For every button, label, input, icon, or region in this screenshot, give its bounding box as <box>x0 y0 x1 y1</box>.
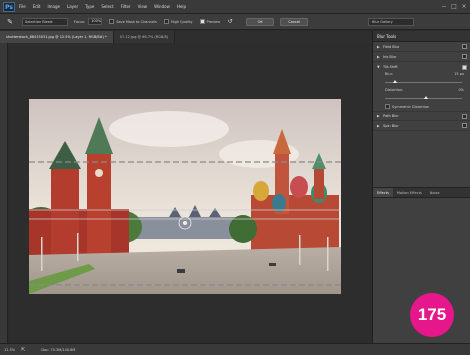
path-blur-checkbox[interactable] <box>462 113 467 119</box>
preview-box[interactable] <box>199 19 205 24</box>
symmetric-distortion-checkbox[interactable]: Symmetric Distortion <box>373 102 470 111</box>
menu-view[interactable]: View <box>138 4 148 9</box>
menu-edit[interactable]: Edit <box>33 4 41 9</box>
field-blur-row[interactable]: ▶ Field Blur <box>373 42 470 52</box>
document-tabs: shutterstock_88415031.jpg @ 12.5% (Layer… <box>0 31 372 43</box>
blur-tools-title: Blur Tools <box>373 31 470 42</box>
focus-label: Focus: <box>74 19 86 24</box>
menu-layer[interactable]: Layer <box>67 4 78 9</box>
photo-red-square[interactable] <box>29 99 341 294</box>
field-blur-checkbox[interactable] <box>462 44 467 49</box>
symmetric-distortion-box[interactable] <box>385 104 390 109</box>
minimize-icon[interactable]: − <box>440 3 448 10</box>
distortion-slider-knob[interactable] <box>423 96 428 99</box>
menu-select[interactable]: Select <box>101 4 113 9</box>
page-number-badge: 175 <box>410 293 454 337</box>
spin-blur-checkbox[interactable] <box>462 123 467 128</box>
distortion-slider[interactable] <box>385 96 462 102</box>
maximize-icon[interactable]: □ <box>450 3 458 10</box>
spin-blur-label: Spin Blur <box>383 123 399 128</box>
menu-window[interactable]: Window <box>154 4 170 9</box>
tab-effects[interactable]: Effects <box>373 188 393 197</box>
distortion-value[interactable]: 0% <box>458 88 464 92</box>
save-mask-checkbox[interactable]: Save Mask to Channels <box>109 19 157 24</box>
save-mask-box[interactable] <box>109 19 115 24</box>
document-tab-second[interactable]: 07-12.jpg @ 66.7% (RGB/8) <box>113 31 176 43</box>
tilt-shift-label: Tilt-Shift <box>383 65 398 69</box>
menu-file[interactable]: File <box>19 4 26 9</box>
path-blur-row[interactable]: ▶ Path Blur <box>373 111 470 121</box>
menu-image[interactable]: Image <box>47 4 60 9</box>
symmetric-distortion-label: Symmetric Distortion <box>392 104 430 109</box>
iris-blur-row[interactable]: ▶ Iris Blur <box>373 52 470 62</box>
preview-label: Preview <box>206 19 221 24</box>
menu-filter[interactable]: Filter <box>121 4 131 9</box>
workspace-dropdown[interactable]: Blur Gallery <box>368 17 415 26</box>
preview-checkbox[interactable]: Preview <box>199 19 221 24</box>
menu-bar: Ps File Edit Image Layer Type Select Fil… <box>0 0 470 14</box>
effects-panel-tabs: Effects Motion Effects Noise <box>373 187 470 198</box>
tools-strip <box>0 43 8 343</box>
tab-noise[interactable]: Noise <box>426 188 444 197</box>
ok-button[interactable]: OK <box>246 17 275 26</box>
blur-amount-label: Blur: <box>385 72 394 76</box>
tab-motion-effects[interactable]: Motion Effects <box>393 188 426 197</box>
save-mask-label: Save Mask to Channels <box>116 19 157 24</box>
selection-bleed-select[interactable]: Selection Bleed: <box>22 17 68 26</box>
blur-param: Blur: 15 px <box>373 72 470 82</box>
blur-slider-knob[interactable] <box>392 80 397 83</box>
distortion-param: Distortion: 0% <box>373 88 470 98</box>
tilt-shift-row[interactable]: ▼ Tilt-Shift <box>373 62 470 72</box>
blur-amount-value[interactable]: 15 px <box>454 72 464 76</box>
status-bar: 12.5% ⇱ Doc: 70.3M/140.6M <box>0 343 470 355</box>
spin-blur-row[interactable]: ▶ Spin Blur <box>373 121 470 131</box>
brush-icon[interactable]: ✎ <box>4 16 16 28</box>
high-quality-box[interactable] <box>163 19 169 24</box>
cancel-button[interactable]: Cancel <box>280 17 309 26</box>
reset-icon[interactable]: ↺ <box>224 16 236 28</box>
close-icon[interactable]: × <box>460 3 468 10</box>
iris-blur-checkbox[interactable] <box>462 54 467 59</box>
path-blur-label: Path Blur <box>383 114 399 118</box>
high-quality-checkbox[interactable]: High Quality <box>163 19 193 24</box>
share-icon[interactable]: ⇱ <box>21 347 25 353</box>
document-tab-active[interactable]: shutterstock_88415031.jpg @ 12.5% (Layer… <box>0 31 114 43</box>
menu-help[interactable]: Help <box>177 4 186 9</box>
photoshop-logo: Ps <box>3 1 15 12</box>
menu-type[interactable]: Type <box>85 4 94 9</box>
options-bar: ✎ Selection Bleed: Focus: 100% Save Mask… <box>0 14 470 30</box>
high-quality-label: High Quality <box>170 19 193 24</box>
canvas-area[interactable] <box>9 43 372 343</box>
document-size: Doc: 70.3M/140.6M <box>41 347 76 352</box>
zoom-level[interactable]: 12.5% <box>4 348 15 352</box>
field-blur-label: Field Blur <box>383 44 400 49</box>
focus-input[interactable]: 100% <box>88 18 103 25</box>
iris-blur-label: Iris Blur <box>383 54 397 59</box>
blur-slider[interactable] <box>385 80 462 86</box>
tilt-shift-checkbox[interactable] <box>462 64 467 70</box>
distortion-label: Distortion: <box>385 88 404 92</box>
